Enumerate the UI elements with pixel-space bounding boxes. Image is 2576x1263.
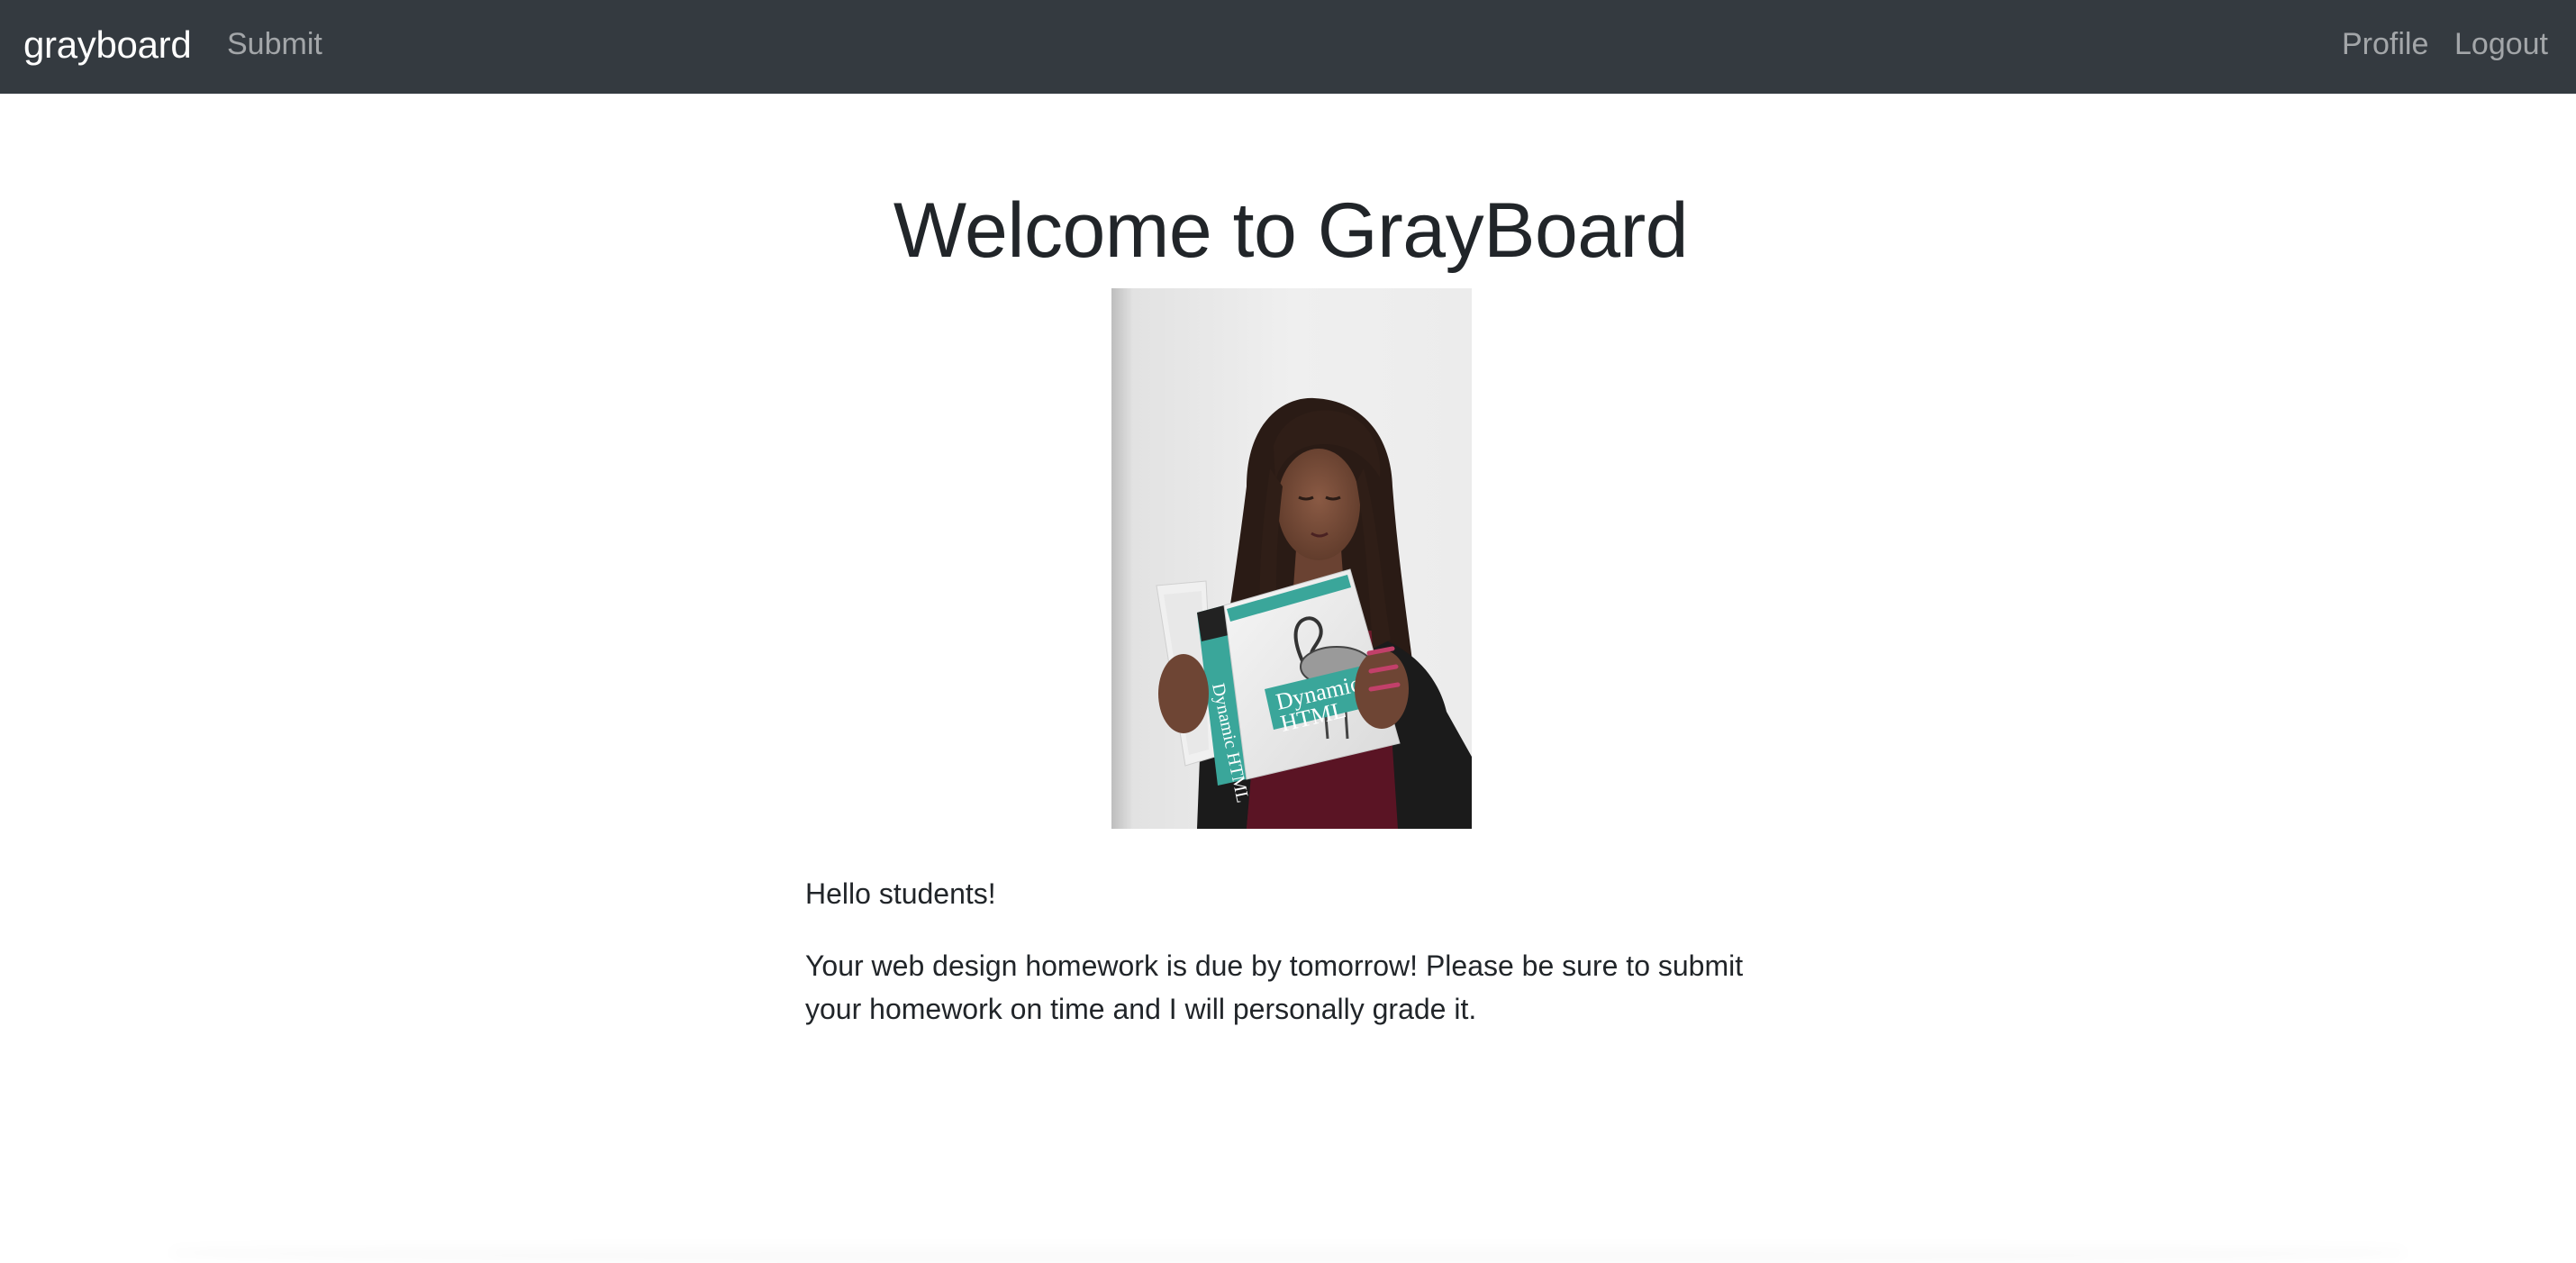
nav-logout-link[interactable]: Logout — [2454, 23, 2548, 65]
nav-submit-link[interactable]: Submit — [227, 23, 322, 65]
top-navbar: grayboard Submit Profile Logout — [0, 0, 2576, 94]
greeting-text: Hello students! — [805, 877, 996, 910]
brand-link[interactable]: grayboard — [23, 20, 192, 70]
hero-photo: Dynamic HTML Dynamic HTML — [1111, 288, 1472, 829]
homework-notice-text: Your web design homework is due by tomor… — [805, 950, 1744, 1025]
bottom-shadow — [171, 1241, 2405, 1263]
announcement: Hello students! Your web design homework… — [805, 872, 1787, 1059]
page-title: Welcome to GrayBoard — [893, 187, 1689, 274]
nav-profile-link[interactable]: Profile — [2342, 23, 2428, 65]
